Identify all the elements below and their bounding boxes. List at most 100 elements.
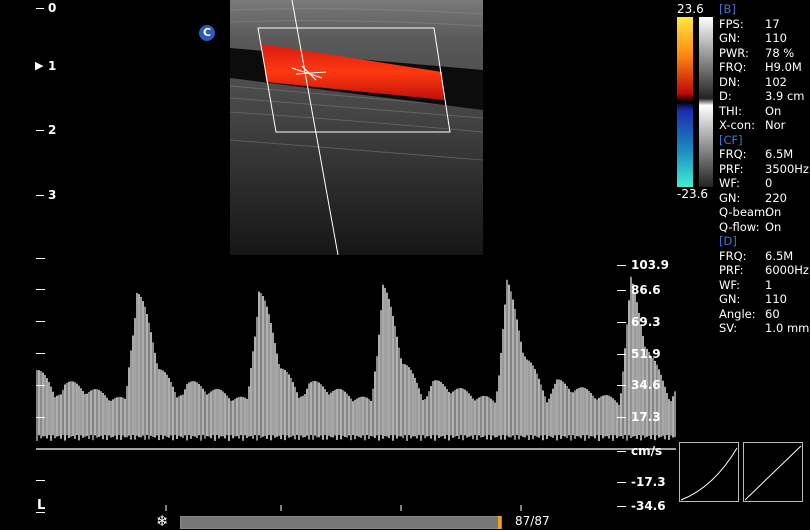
velocity-label: 51.9	[631, 347, 661, 361]
depth-label-1: 1	[48, 59, 57, 73]
cursor-badge[interactable]: C	[199, 25, 215, 41]
cf-param-key: WF:	[719, 176, 740, 190]
cine-progress-fill	[181, 517, 501, 528]
b-param-value: On	[765, 103, 782, 118]
b-param-key: THI:	[719, 103, 742, 118]
velocity-label: cm/s	[631, 444, 663, 458]
time-tick	[36, 417, 45, 418]
param-header-d: [D]	[719, 234, 737, 248]
cf-param-row: PRF: 3500Hz	[719, 162, 809, 177]
b-param-key: D:	[719, 89, 732, 103]
b-param-row: THI: On	[719, 104, 809, 119]
cine-counter: 87/87	[515, 514, 550, 528]
b-param-key: PWR:	[719, 45, 749, 60]
velocity-tick	[617, 265, 626, 266]
cf-param-key: Q-flow:	[719, 219, 760, 234]
d-param-key: WF:	[719, 277, 740, 292]
velocity-label: -34.6	[631, 499, 666, 513]
cf-param-value: On	[765, 219, 782, 234]
d-param-value: 60	[765, 306, 780, 321]
b-param-row: DN: 102	[719, 75, 809, 90]
gray-map-curve[interactable]	[679, 442, 739, 502]
velocity-label: 34.6	[631, 378, 661, 392]
b-param-row: D: 3.9 cm	[719, 89, 809, 104]
focus-marker[interactable]: ▶	[35, 59, 43, 72]
snowflake-icon[interactable]: ❄	[156, 512, 169, 530]
cf-param-value: 6.5M	[765, 147, 794, 161]
velocity-tick	[617, 506, 626, 507]
depth-label-3: 3	[48, 188, 57, 202]
cf-param-key: FRQ:	[719, 147, 747, 161]
velocity-tick	[617, 354, 626, 355]
cf-param-key: Q-beam:	[719, 205, 770, 219]
b-param-key: FRQ:	[719, 60, 747, 74]
d-param-key: PRF:	[719, 263, 744, 277]
b-param-row: FRQ: H9.0M	[719, 60, 809, 75]
time-tick	[36, 289, 45, 290]
b-param-key: X-con:	[719, 118, 755, 132]
color-bar	[677, 17, 713, 187]
cf-param-value: On	[765, 205, 782, 219]
cf-param-key: PRF:	[719, 161, 744, 176]
d-param-value: 110	[765, 292, 787, 306]
depth-label-0: 0	[48, 1, 57, 15]
d-param-row: PRF: 6000Hz	[719, 263, 809, 278]
doppler-spectrum	[36, 276, 676, 511]
b-param-value: 110	[765, 31, 787, 45]
b-param-value: Nor	[765, 118, 786, 132]
b-param-value: H9.0M	[765, 60, 802, 74]
param-header-b: [B]	[719, 2, 736, 16]
d-param-row: WF: 1	[719, 278, 809, 293]
d-param-value: 6000Hz	[765, 263, 809, 277]
velocity-tick	[617, 385, 626, 386]
b-param-row: FPS: 17	[719, 17, 809, 32]
d-param-row: SV: 1.0 mm	[719, 321, 809, 336]
param-header-cf: [CF]	[719, 132, 743, 147]
d-param-row: GN: 110	[719, 292, 809, 307]
b-param-key: FPS:	[719, 16, 744, 31]
cf-param-row: Q-beam:On	[719, 205, 809, 220]
b-param-key: DN:	[719, 74, 741, 89]
doppler-waveform	[36, 276, 676, 441]
d-param-key: GN:	[719, 292, 741, 306]
d-param-key: FRQ:	[719, 248, 747, 263]
velocity-label: 17.3	[631, 410, 661, 424]
b-param-row: PWR: 78 %	[719, 46, 809, 61]
cf-param-row: WF: 0	[719, 176, 809, 191]
d-param-row: FRQ: 6.5M	[719, 249, 809, 264]
depth-tick	[36, 8, 44, 9]
velocity-label: -17.3	[631, 475, 666, 489]
velocity-tick	[617, 417, 626, 418]
velocity-tick	[617, 482, 626, 483]
b-param-value: 17	[765, 16, 780, 31]
corner-marker: L	[37, 498, 46, 513]
b-param-key: GN:	[719, 31, 741, 45]
time-tick	[36, 353, 45, 354]
time-tick	[36, 321, 45, 322]
b-param-value: 3.9 cm	[765, 89, 805, 103]
depth-label-2: 2	[48, 123, 57, 137]
color-map-curve[interactable]	[743, 442, 803, 502]
velocity-label: 69.3	[631, 315, 661, 329]
d-param-key: Angle:	[719, 306, 756, 321]
cine-progress-bar[interactable]	[180, 516, 502, 529]
d-param-row: Angle: 60	[719, 307, 809, 322]
cf-param-row: GN: 220	[719, 191, 809, 206]
velocity-label: 103.9	[631, 258, 669, 272]
cf-param-key: GN:	[719, 190, 741, 205]
velocity-tick	[617, 451, 626, 452]
cine-playhead[interactable]	[498, 516, 501, 529]
depth-tick	[36, 195, 44, 196]
b-param-value: 78 %	[765, 45, 795, 60]
cf-param-value: 0	[765, 176, 773, 190]
b-param-value: 102	[765, 74, 787, 89]
cf-param-value: 3500Hz	[765, 161, 809, 176]
d-param-key: SV:	[719, 321, 738, 335]
time-tick	[36, 385, 45, 386]
time-tick	[36, 480, 45, 481]
color-bar-min: -23.6	[677, 187, 709, 201]
cf-param-value: 220	[765, 190, 787, 205]
bmode-image	[230, 0, 483, 255]
cf-param-row: Q-flow: On	[719, 220, 809, 235]
parameter-panel: [B] FPS: 17 GN: 110 PWR: 78 % FRQ: H9.0M DN: 102 D…	[719, 2, 809, 336]
